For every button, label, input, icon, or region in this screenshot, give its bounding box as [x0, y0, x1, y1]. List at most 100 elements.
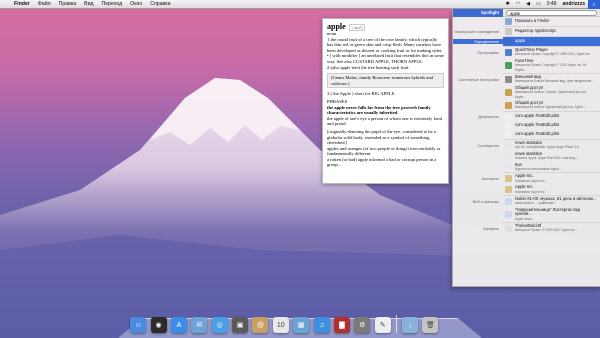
spotlight-result[interactable]: Внешний вид Имеющиеся Ключи: Внешний вид,…: [503, 74, 600, 85]
spotlight-result-row[interactable]: Общий доступ Имеющиеся Ключи: Удаленный д…: [453, 100, 600, 111]
result-title: Редактор AppleScript: [515, 28, 556, 34]
spotlight-result[interactable]: com.apple.TextEdit.plist: [503, 121, 600, 130]
preview-icon[interactable]: ▦: [293, 317, 310, 333]
spotlight-result-row[interactable]: Определение apple: [453, 37, 600, 46]
menu-extras: ✱ ◠ ◀ ▭ 0:48 andrizzzs ⌕: [503, 0, 600, 9]
spotlight-result-row[interactable]: Apple Inc. Компания: Apple Inc.: [453, 184, 600, 195]
spotlight-result-row[interactable]: FaceTime Авторское Право: Copyright © 201…: [453, 58, 600, 73]
spotlight-result[interactable]: FaceTime Авторское Право: Copyright © 201…: [503, 58, 600, 73]
result-subtitle: www.nokia.ru ... сравнение...: [515, 201, 557, 206]
result-subtitle: Журнал использования Apple...: [515, 166, 562, 171]
spotlight-result[interactable]: Показать в Finder: [503, 17, 600, 26]
result-icon: [505, 38, 512, 45]
spotlight-search-input[interactable]: apple: [506, 9, 597, 16]
itunes-icon[interactable]: ♫: [313, 317, 330, 333]
spotlight-category: Сообщения: [477, 142, 499, 148]
clock[interactable]: 0:48: [544, 0, 560, 9]
spotlight-result-row[interactable]: Общий доступ Имеющиеся Ключи: Сервис, Уда…: [453, 85, 600, 100]
spotlight-result-row[interactable]: news statistics Новости Apple: Apple iPad…: [453, 151, 600, 162]
spotlight-result[interactable]: news statistics cat: 81: news@twitter: Ap…: [503, 140, 600, 151]
result-icon: [505, 75, 512, 83]
spotlight-result-row[interactable]: Сообщения news statistics cat: 81: news@tw…: [453, 140, 600, 151]
spotlight-result[interactable]: apple: [503, 37, 600, 46]
result-icon: [505, 163, 512, 171]
result-title: apple: [515, 38, 526, 44]
result-subtitle: Компания: Apple Inc.: [515, 178, 546, 183]
finder-icon[interactable]: ☺: [130, 317, 147, 333]
photo-booth-icon[interactable]: ▇: [333, 317, 350, 333]
battery-icon[interactable]: ▭: [533, 0, 544, 9]
spotlight-result[interactable]: TheborBold.ttf Авторское Право: © 2000-20…: [503, 223, 600, 234]
menu-edit[interactable]: Правка: [55, 0, 81, 9]
spotlight-result[interactable]: Общий доступ Имеющиеся Ключи: Удаленный д…: [503, 100, 600, 111]
dict-definition-2: 2 (also apple tree) the tree bearing suc…: [327, 64, 410, 70]
spotlight-result-row[interactable]: Шрифты TheborBold.ttf Авторское Право: © 2…: [453, 223, 600, 234]
result-icon: [505, 224, 512, 232]
volume-icon[interactable]: ◀: [523, 0, 533, 9]
contacts-icon[interactable]: @: [252, 317, 269, 333]
spotlight-result-row[interactable]: Веб-страницы Nokia X1-00: музыка, 81 день…: [453, 196, 600, 207]
menu-view[interactable]: Вид: [80, 0, 97, 9]
spotlight-result-row[interactable]: Документы com.apple.TextEdit.plist: [453, 112, 600, 121]
result-subtitle: Авторское Право: Copyright © 1989-2011, …: [515, 52, 591, 57]
result-title: "Нарушительница" Ластергас вър купили...: [515, 206, 581, 217]
mail-icon[interactable]: ✉: [191, 317, 208, 333]
result-subtitle: Имеющиеся Ключи: Сервис, Удаленный досту…: [515, 90, 587, 99]
trash-icon[interactable]: 🗑: [422, 317, 439, 333]
spotlight-result-row[interactable]: Показать в Finder: [453, 17, 600, 26]
dict-box-note: [Genus Malus, family Rosaceae: numerous …: [327, 73, 444, 89]
dict-phrase-1: the apple never falls far from the tree …: [327, 104, 431, 116]
result-subtitle: cat: 81: news@twitter: Apple Apple iPad2…: [515, 145, 582, 150]
spotlight-result[interactable]: Nokia X1-00: музыка, 81 день в автоном..…: [503, 196, 600, 207]
menu-window[interactable]: Окно: [126, 0, 146, 9]
spotlight-result-row[interactable]: com.apple.TextEdit.plist: [453, 130, 600, 139]
textedit-icon[interactable]: ✎: [374, 317, 391, 333]
menu-finder[interactable]: Finder: [10, 0, 34, 9]
spotlight-result[interactable]: Apple Inc. Компания: Apple Inc.: [503, 184, 600, 195]
menu-bar: Finder Файл Правка Вид Переход Окно Спра…: [0, 0, 600, 9]
spotlight-result[interactable]: QuickTime Player Авторское Право: Copyrig…: [503, 47, 600, 58]
spotlight-result-row[interactable]: Программы QuickTime Player Авторское Право…: [453, 47, 600, 58]
result-title: com.apple.TextEdit.plist: [515, 122, 559, 128]
spotlight-result-row[interactable]: Системные настройки Внешний вид Имеющиеся …: [453, 74, 600, 85]
spotlight-label: Spotlight: [453, 8, 503, 17]
spotlight-result[interactable]: com.apple.TextEdit.plist: [503, 130, 600, 139]
facetime-icon[interactable]: ▣: [232, 317, 249, 333]
safari-icon[interactable]: ◎: [211, 317, 228, 333]
spotlight-icon[interactable]: ⌕: [588, 0, 600, 9]
downloads-icon[interactable]: ↓: [402, 317, 419, 333]
result-subtitle: Имеющиеся Ключи: Удаленный доступ, Apple…: [515, 105, 586, 110]
result-subtitle: Новости Apple: Apple iPad 3SG: watching.…: [515, 156, 578, 161]
spotlight-result[interactable]: Apple Inc. Компания: Apple Inc.: [503, 173, 600, 184]
bluetooth-icon[interactable]: ✱: [503, 0, 513, 9]
spotlight-result-row[interactable]: Контакты Apple Inc. Компания: Apple Inc.: [453, 173, 600, 184]
spotlight-result[interactable]: Общий доступ Имеющиеся Ключи: Сервис, Уда…: [503, 85, 600, 100]
result-icon: [505, 28, 512, 35]
spotlight-result-row[interactable]: com.apple.TextEdit.plist: [453, 121, 600, 130]
app-store-icon[interactable]: A: [170, 317, 187, 333]
spotlight-result-row[interactable]: "Нарушительница" Ластергас вър купили...…: [453, 207, 600, 222]
result-icon: [505, 186, 512, 194]
spotlight-result-row[interactable]: Itun Журнал использования Apple...: [453, 162, 600, 173]
system-preferences-icon[interactable]: ⚙: [354, 317, 371, 333]
result-title: com.apple.TextEdit.plist: [515, 113, 559, 119]
dict-definition-3: 3 ( the Apple ) short for BIG APPLE.: [327, 91, 396, 97]
user-menu[interactable]: andrizzzs: [559, 0, 588, 9]
dict-pronunciation: |ˈapəl|: [348, 24, 366, 32]
spotlight-result[interactable]: Редактор AppleScript: [503, 27, 600, 36]
wifi-icon[interactable]: ◠: [513, 0, 523, 9]
spotlight-category: Наилучшее совпадение: [454, 29, 499, 34]
spotlight-result[interactable]: news statistics Новости Apple: Apple iPad…: [503, 151, 600, 162]
spotlight-result[interactable]: Itun Журнал использования Apple...: [503, 162, 600, 173]
ical-icon[interactable]: 10: [272, 317, 289, 333]
dict-phrase-2: the apple of one's eye a person of whom …: [327, 115, 442, 127]
menu-go[interactable]: Переход: [98, 0, 127, 9]
dashboard-icon[interactable]: ◉: [150, 317, 167, 333]
menu-help[interactable]: Справка: [146, 0, 174, 9]
result-icon: [505, 112, 512, 120]
menu-file[interactable]: Файл: [34, 0, 55, 9]
spotlight-result[interactable]: "Нарушительница" Ластергас вър купили...…: [503, 207, 600, 222]
spotlight-result-row[interactable]: Наилучшее совпадение Редактор AppleScript: [453, 27, 600, 36]
spotlight-result[interactable]: com.apple.TextEdit.plist: [503, 112, 600, 121]
dock: ☺ ◉ A ✉ ◎ ▣ @10 ▦ ♫ ▇ ⚙ ✎ ↓ 🗑: [128, 309, 441, 333]
